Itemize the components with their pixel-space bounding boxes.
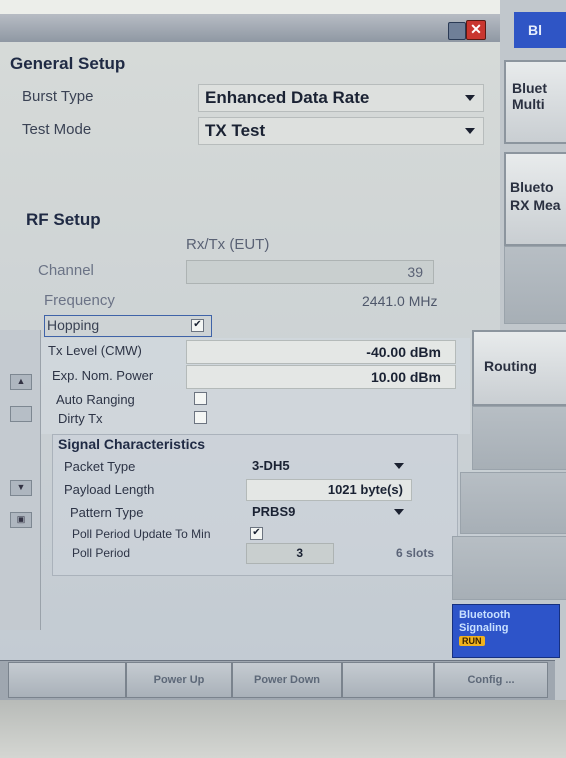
softkey-routing-label: Routing (484, 358, 537, 374)
auto-ranging-label: Auto Ranging (56, 392, 135, 407)
packet-type-select[interactable]: 3-DH5 (246, 456, 410, 476)
pattern-type-label: Pattern Type (70, 505, 144, 520)
channel-label: Channel (38, 262, 94, 279)
exp-nom-power-label: Exp. Nom. Power (52, 368, 154, 383)
tx-level-field[interactable]: -40.00 dBm (186, 340, 456, 364)
device-bottom-bezel (0, 700, 566, 758)
poll-period-slots: 6 slots (396, 546, 435, 560)
auto-ranging-checkbox[interactable] (194, 392, 207, 405)
softkey-bluetooth-multi[interactable]: Bluet Multi (504, 60, 566, 144)
hopping-checkbox[interactable]: ✔ (191, 319, 204, 332)
poll-period-update-checkbox[interactable]: ✔ (250, 527, 263, 540)
dirty-tx-label: Dirty Tx (58, 411, 103, 426)
config-button[interactable]: Config ... (434, 662, 548, 698)
tx-level-value: -40.00 dBm (366, 344, 441, 360)
test-mode-label: Test Mode (22, 121, 92, 138)
softkey-bluetooth-multi-label: Bluet Multi (512, 80, 547, 112)
chevron-down-icon (394, 463, 404, 469)
softkey-blank-1[interactable] (504, 246, 566, 324)
frequency-value: 2441.0 MHz (362, 293, 438, 309)
scroll-track[interactable] (10, 406, 32, 422)
softkey-routing[interactable]: Routing (472, 330, 566, 406)
softkey-blank-2[interactable] (472, 406, 566, 470)
payload-length-field[interactable]: 1021 byte(s) (246, 479, 412, 501)
minimize-icon[interactable] (448, 22, 466, 40)
burst-type-select[interactable]: Enhanced Data Rate (198, 84, 484, 112)
packet-type-value: 3-DH5 (252, 458, 290, 473)
burst-type-label: Burst Type (22, 88, 94, 105)
tx-level-label: Tx Level (CMW) (48, 343, 142, 358)
rf-setup-title: RF Setup (26, 210, 101, 229)
close-icon[interactable]: ✕ (466, 20, 486, 40)
pattern-type-value: PRBS9 (252, 504, 296, 519)
test-mode-select[interactable]: TX Test (198, 117, 484, 145)
chevron-down-icon (465, 128, 475, 134)
channel-field[interactable]: 39 (186, 260, 434, 284)
bottom-key-blank-2[interactable] (342, 662, 434, 698)
bt-signaling-line1: Bluetooth (459, 609, 511, 621)
frequency-label: Frequency (44, 292, 115, 309)
softkey-bluetooth-rx-meas[interactable]: Blueto RX Mea (504, 152, 566, 246)
chevron-down-icon (394, 509, 404, 515)
power-down-button[interactable]: Power Down (232, 662, 342, 698)
hopping-label: Hopping (47, 317, 100, 333)
softkey-bluetooth-rx-meas-label: Blueto RX Mea (510, 179, 561, 213)
rxtx-column-header: Rx/Tx (EUT) (186, 236, 270, 253)
poll-period-update-label: Poll Period Update To Min (72, 527, 211, 541)
scroll-up-icon[interactable]: ▲ (10, 374, 32, 390)
pattern-type-select[interactable]: PRBS9 (246, 502, 410, 522)
packet-type-label: Packet Type (64, 459, 136, 474)
exp-nom-power-field[interactable]: 10.00 dBm (186, 365, 456, 389)
power-up-button[interactable]: Power Up (126, 662, 232, 698)
signal-characteristics-title: Signal Characteristics (58, 436, 206, 452)
tab-bluetooth[interactable]: Bl (514, 12, 566, 48)
channel-value: 39 (407, 264, 423, 280)
general-setup-title: General Setup (10, 54, 126, 73)
burst-type-value: Enhanced Data Rate (205, 88, 370, 107)
chevron-down-icon (465, 95, 475, 101)
softkey-blank-3[interactable] (460, 472, 566, 534)
poll-period-field[interactable]: 3 (246, 543, 334, 564)
scroll-down-icon[interactable]: ▼ (10, 480, 32, 496)
exp-nom-power-value: 10.00 dBm (370, 369, 441, 385)
dirty-tx-checkbox[interactable] (194, 411, 207, 424)
test-mode-value: TX Test (205, 121, 266, 140)
hopping-row[interactable]: Hopping ✔ (44, 315, 212, 337)
poll-period-value: 3 (296, 546, 303, 560)
payload-length-value: 1021 byte(s) (327, 482, 403, 497)
run-status-badge: RUN (459, 636, 485, 646)
bottom-key-blank-1[interactable] (8, 662, 126, 698)
document-icon[interactable]: ▣ (10, 512, 32, 528)
bt-signaling-line2: Signaling (459, 622, 509, 634)
bluetooth-signaling-button[interactable]: Bluetooth Signaling RUN (452, 604, 560, 658)
softkey-blank-4[interactable] (452, 536, 566, 600)
payload-length-label: Payload Length (64, 482, 155, 497)
poll-period-label: Poll Period (72, 546, 131, 560)
window-titlebar (0, 14, 512, 42)
